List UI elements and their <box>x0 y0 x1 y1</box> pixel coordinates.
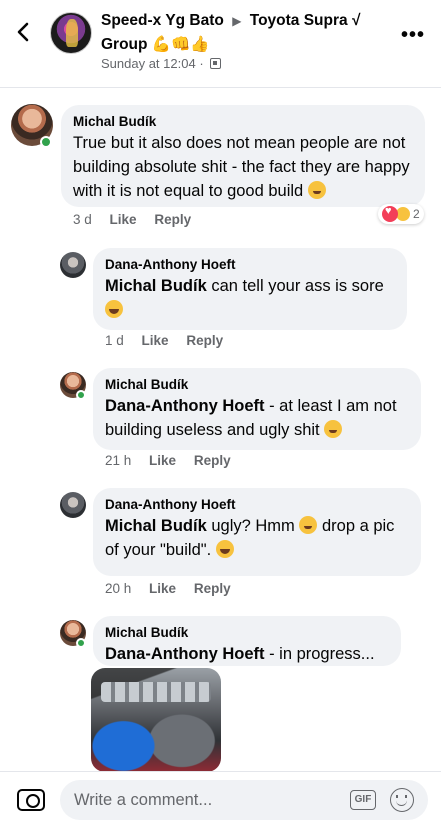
camera-icon[interactable] <box>17 789 45 811</box>
thinking-emoji <box>299 516 318 534</box>
laugh-emoji <box>215 540 234 558</box>
wink-emoji <box>307 181 326 199</box>
comment-text: True but it also does not mean people ar… <box>73 131 413 203</box>
reply-comment: Dana-Anthony Hoeft Michal Budík can tell… <box>0 246 441 351</box>
comment-bubble: Dana-Anthony Hoeft Michal Budík can tell… <box>93 248 407 330</box>
avatar[interactable] <box>60 252 86 278</box>
comment-text: Michal Budík ugly? Hmm drop a pic of you… <box>105 514 409 562</box>
comment-author[interactable]: Dana-Anthony Hoeft <box>105 496 409 514</box>
mention-tag[interactable]: Dana-Anthony Hoeft <box>105 645 265 663</box>
laugh-emoji <box>105 300 123 318</box>
sticker-icon[interactable] <box>390 788 414 812</box>
reply-button[interactable]: Reply <box>186 333 223 348</box>
online-status-dot <box>76 638 86 648</box>
comment-bubble: Michal Budík True but it also does not m… <box>61 105 425 207</box>
reply-comment: Michal Budík Dana-Anthony Hoeft - in pro… <box>0 614 441 666</box>
comment-time[interactable]: 20 h <box>105 581 131 596</box>
like-button[interactable]: Like <box>149 581 176 596</box>
comment-actions: 20 h Like Reply <box>105 581 245 596</box>
comment-time[interactable]: 3 d <box>73 212 92 227</box>
chevron-left-icon[interactable] <box>12 20 36 44</box>
post-title[interactable]: Speed-x Yg Bato ▶ Toyota Supra √ Group 💪… <box>101 9 381 56</box>
author-name[interactable]: Speed-x Yg Bato <box>101 12 224 29</box>
mention-tag[interactable]: Michal Budík <box>105 277 207 295</box>
comment-body: ugly? Hmm <box>206 517 295 535</box>
like-button[interactable]: Like <box>142 333 169 348</box>
love-reaction-icon <box>382 205 398 222</box>
comment-bubble: Michal Budík Dana-Anthony Hoeft - in pro… <box>93 616 401 666</box>
comment-bubble: Michal Budík Dana-Anthony Hoeft - at lea… <box>93 368 421 450</box>
comment-author[interactable]: Dana-Anthony Hoeft <box>105 256 395 274</box>
comment-time[interactable]: 1 d <box>105 333 124 348</box>
post-header: Speed-x Yg Bato ▶ Toyota Supra √ Group 💪… <box>0 0 441 88</box>
avatar[interactable] <box>60 492 86 518</box>
more-dots-icon[interactable]: ••• <box>401 24 425 47</box>
reply-comment: Dana-Anthony Hoeft Michal Budík ugly? Hm… <box>0 486 441 601</box>
group-privacy-icon <box>210 58 222 69</box>
comment-bubble: Dana-Anthony Hoeft Michal Budík ugly? Hm… <box>93 488 421 576</box>
comment-body: can tell your ass is sore <box>206 277 384 295</box>
comment-author[interactable]: Michal Budík <box>105 376 409 394</box>
reaction-count: 2 <box>413 207 420 221</box>
comment-actions: 1 d Like Reply <box>105 333 237 348</box>
post-meta: Sunday at 12:04 · <box>101 56 222 71</box>
comment-body: True but it also does not mean people ar… <box>73 134 410 200</box>
like-button[interactable]: Like <box>149 453 176 468</box>
reply-button[interactable]: Reply <box>194 453 231 468</box>
mention-tag[interactable]: Michal Budík <box>105 517 207 535</box>
gif-button[interactable]: GIF <box>350 790 376 810</box>
group-name-emojis: 💪👊👍 <box>151 36 210 53</box>
like-button[interactable]: Like <box>110 212 137 227</box>
comment-body: - in progress... <box>264 645 375 663</box>
post-timestamp[interactable]: Sunday at 12:04 <box>101 56 196 71</box>
online-status-dot <box>40 136 52 148</box>
engine-bay-photo[interactable] <box>91 668 221 772</box>
comment-author[interactable]: Michal Budík <box>73 113 413 131</box>
comment-text: Dana-Anthony Hoeft - in progress... <box>105 642 389 666</box>
mention-tag[interactable]: Dana-Anthony Hoeft <box>105 397 265 415</box>
comment: Michal Budík True but it also does not m… <box>0 100 441 235</box>
online-status-dot <box>76 390 86 400</box>
reply-button[interactable]: Reply <box>154 212 191 227</box>
grin-emoji <box>324 420 343 438</box>
comment-text: Dana-Anthony Hoeft - at least I am not b… <box>105 394 409 442</box>
reply-comment: Michal Budík Dana-Anthony Hoeft - at lea… <box>0 366 441 471</box>
comment-actions: 3 d Like Reply <box>73 212 205 227</box>
comment-time[interactable]: 21 h <box>105 453 131 468</box>
group-avatar[interactable] <box>50 12 92 54</box>
comment-composer: GIF <box>0 771 441 826</box>
comment-text: Michal Budík can tell your ass is sore <box>105 274 395 322</box>
reaction-summary[interactable]: 2 <box>378 204 424 224</box>
arrow-icon: ▶ <box>232 14 242 28</box>
reply-button[interactable]: Reply <box>194 581 231 596</box>
meta-separator: · <box>199 56 204 71</box>
comment-actions: 21 h Like Reply <box>105 453 245 468</box>
comment-author[interactable]: Michal Budík <box>105 624 389 642</box>
